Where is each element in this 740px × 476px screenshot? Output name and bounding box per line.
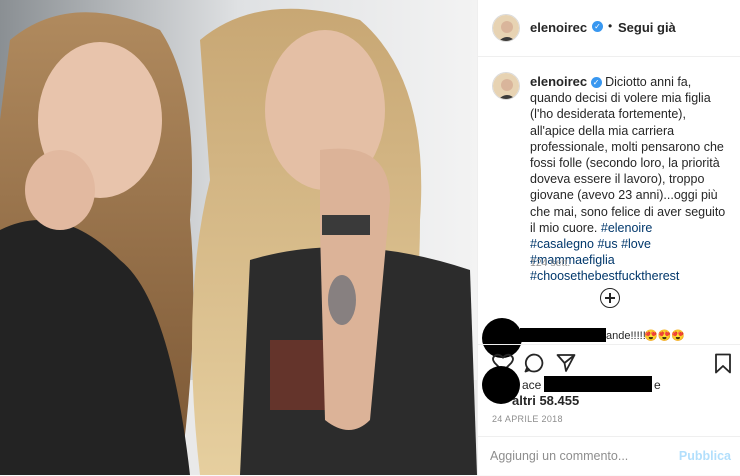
verified-badge-icon: ✓ bbox=[590, 77, 602, 88]
likes-fragment: e bbox=[654, 378, 661, 392]
comment-text-fragment: ande!!!!! bbox=[606, 330, 646, 342]
caption-avatar[interactable] bbox=[492, 72, 520, 100]
avatar-image bbox=[493, 73, 519, 99]
hashtag[interactable]: #love bbox=[621, 237, 651, 251]
photo-illustration bbox=[0, 0, 477, 475]
post-date: 24 APRILE 2018 bbox=[492, 414, 563, 424]
header-avatar[interactable] bbox=[492, 14, 520, 42]
post-caption: elenoirec ✓ Diciotto anni fa, quando dec… bbox=[530, 74, 730, 285]
bookmark-icon[interactable] bbox=[714, 353, 732, 374]
caption-text: Diciotto anni fa, quando decisi di voler… bbox=[530, 75, 726, 235]
caption-timestamp[interactable]: 124 sett. bbox=[530, 257, 570, 269]
comment-emojis: 😍😍😍 bbox=[644, 330, 686, 342]
caption-username[interactable]: elenoirec bbox=[530, 74, 587, 89]
redacted-username bbox=[520, 328, 606, 342]
publish-button[interactable]: Pubblica bbox=[679, 449, 731, 463]
header-username[interactable]: elenoirec bbox=[530, 20, 587, 35]
comment-bar: Pubblica bbox=[478, 436, 740, 476]
follow-status-button[interactable]: Segui già bbox=[618, 20, 676, 35]
comment-icon[interactable] bbox=[524, 353, 544, 373]
hashtag[interactable]: #us bbox=[597, 237, 617, 251]
post-photo[interactable] bbox=[0, 0, 477, 475]
add-circle-icon[interactable] bbox=[600, 288, 620, 308]
hashtag[interactable]: #casalegno bbox=[530, 237, 594, 251]
instagram-post: elenoirec ✓ • Segui già elenoirec ✓ Dici… bbox=[0, 0, 740, 475]
avatar-image bbox=[493, 15, 519, 41]
hashtag[interactable]: #choosethebestfucktherest bbox=[530, 269, 679, 283]
comment-input[interactable] bbox=[490, 447, 680, 465]
post-sidebar: elenoirec ✓ • Segui già elenoirec ✓ Dici… bbox=[477, 0, 740, 475]
post-header: elenoirec ✓ • Segui già bbox=[478, 0, 740, 57]
redacted-liker bbox=[544, 376, 652, 392]
hashtag[interactable]: #elenoire bbox=[601, 221, 652, 235]
verified-badge-icon: ✓ bbox=[592, 21, 603, 32]
likes-count[interactable]: altri 58.455 bbox=[512, 393, 579, 408]
likes-fragment: ace bbox=[522, 378, 542, 392]
header-separator: • bbox=[608, 19, 613, 33]
paper-plane-icon[interactable] bbox=[556, 353, 576, 373]
